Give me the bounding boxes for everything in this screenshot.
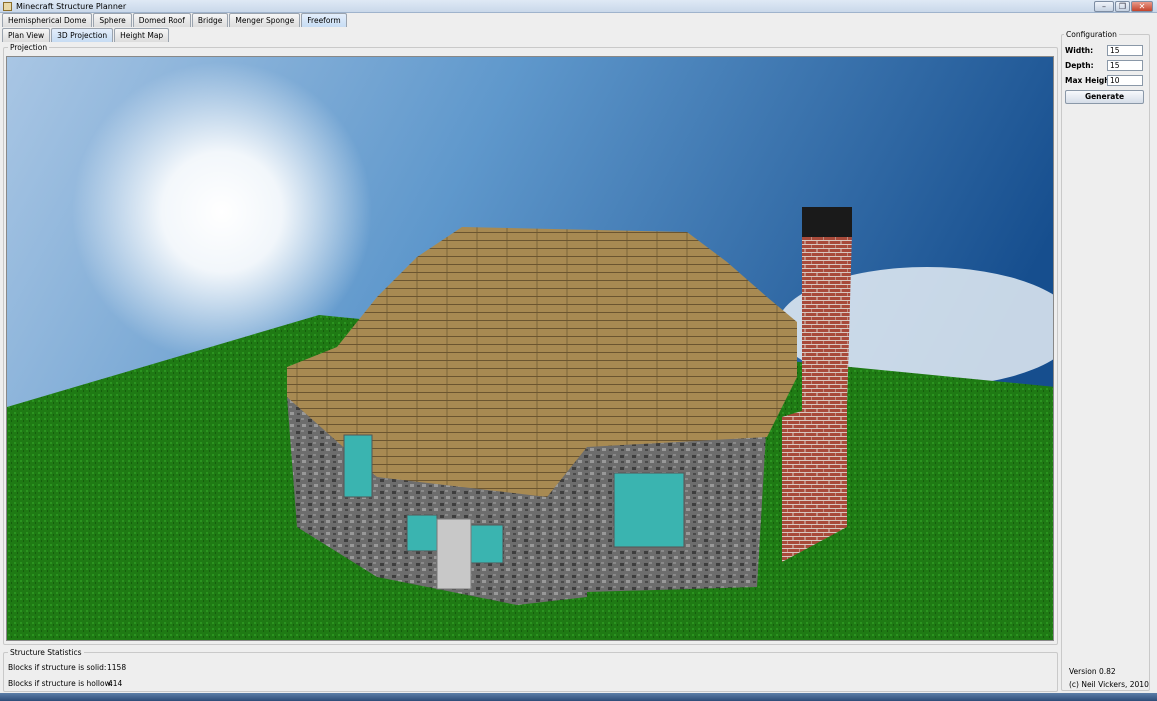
width-input[interactable]: 15 (1107, 45, 1143, 56)
3d-viewport[interactable] (6, 56, 1054, 641)
taskbar (0, 693, 1157, 701)
width-label: Width: (1065, 46, 1094, 55)
chimney-top (802, 207, 852, 237)
tab-freeform[interactable]: Freeform (301, 13, 347, 27)
tab-sphere[interactable]: Sphere (93, 13, 132, 27)
copyright-label: (c) Neil Vickers, 2010 (1069, 680, 1149, 689)
projection-title: Projection (8, 43, 50, 52)
title-bar: Minecraft Structure Planner – ❐ ✕ (0, 0, 1157, 13)
hollow-blocks-label: Blocks if structure is hollow: (8, 679, 113, 688)
hollow-blocks-value: 414 (108, 679, 123, 688)
brick-chimney (802, 222, 852, 422)
view-tabs: Plan View 3D Projection Height Map (2, 28, 170, 42)
statistics-panel: Structure Statistics (3, 648, 1058, 692)
window (343, 434, 373, 498)
window (613, 472, 685, 548)
tab-bridge[interactable]: Bridge (191, 13, 229, 27)
tab-domed-roof[interactable]: Domed Roof (132, 13, 191, 27)
configuration-panel: Configuration (1061, 30, 1150, 691)
tab-plan-view[interactable]: Plan View (2, 28, 51, 42)
structure-tabs: Hemispherical Dome Sphere Domed Roof Bri… (2, 13, 348, 27)
door (436, 518, 472, 590)
window (406, 514, 438, 552)
statistics-title: Structure Statistics (8, 648, 84, 657)
tab-hemispherical-dome[interactable]: Hemispherical Dome (2, 13, 93, 27)
configuration-title: Configuration (1064, 30, 1119, 39)
minimize-button[interactable]: – (1094, 1, 1114, 12)
window-title: Minecraft Structure Planner (16, 2, 127, 11)
depth-input[interactable]: 15 (1107, 60, 1143, 71)
tab-menger-sponge[interactable]: Menger Sponge (229, 13, 301, 27)
app-icon (3, 2, 12, 11)
restore-button[interactable]: ❐ (1115, 1, 1130, 12)
max-height-input[interactable]: 10 (1107, 75, 1143, 86)
close-button[interactable]: ✕ (1131, 1, 1153, 12)
solid-blocks-value: 1158 (107, 663, 127, 672)
tab-3d-projection[interactable]: 3D Projection (51, 28, 114, 42)
depth-label: Depth: (1065, 61, 1094, 70)
version-label: Version 0.82 (1069, 667, 1116, 676)
window (470, 524, 504, 564)
scene (7, 57, 1053, 640)
solid-blocks-label: Blocks if structure is solid: (8, 663, 107, 672)
generate-button[interactable]: Generate (1065, 90, 1144, 104)
tab-height-map[interactable]: Height Map (114, 28, 170, 42)
